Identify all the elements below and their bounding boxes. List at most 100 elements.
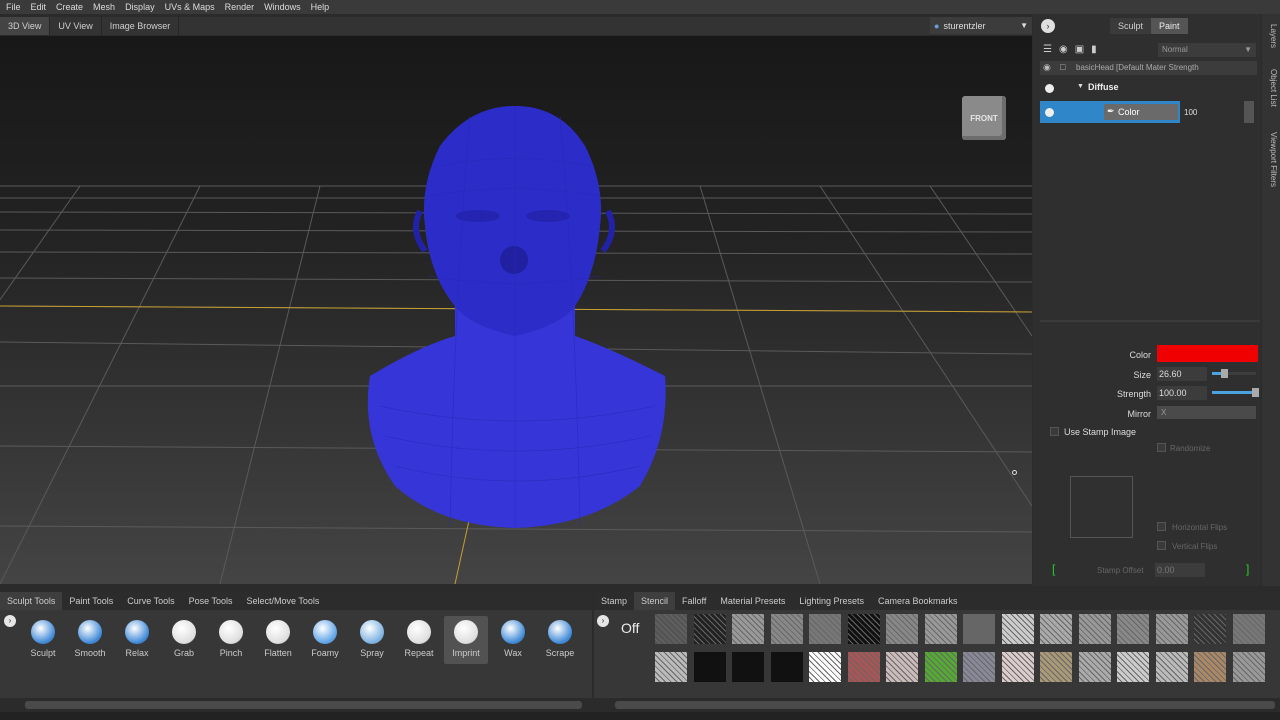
mirror-select[interactable]: X — [1157, 406, 1256, 419]
tool-scrape[interactable]: Scrape — [538, 616, 582, 658]
stencil-thumbnail[interactable] — [924, 614, 957, 644]
menu-item-create[interactable]: Create — [56, 2, 83, 12]
vertical-flips-checkbox[interactable] — [1157, 541, 1166, 550]
stencil-thumbnail[interactable] — [1117, 614, 1149, 644]
stencil-thumbnail[interactable] — [1040, 614, 1072, 644]
tab-select-move-tools[interactable]: Select/Move Tools — [239, 592, 326, 610]
tab-stamp[interactable]: Stamp — [594, 592, 634, 610]
stencil-thumbnail[interactable] — [1232, 614, 1265, 644]
stencil-thumbnail[interactable] — [1155, 652, 1188, 682]
diffuse-visibility-dot[interactable] — [1045, 84, 1054, 93]
tool-smooth[interactable]: Smooth — [68, 616, 112, 658]
tab-paint-tools[interactable]: Paint Tools — [62, 592, 120, 610]
stencil-scrollbar[interactable] — [615, 701, 1275, 709]
stencil-thumbnail[interactable] — [1194, 614, 1226, 644]
stencil-thumbnail[interactable] — [886, 652, 918, 682]
stamp-offset-field[interactable]: 0.00 — [1155, 563, 1205, 577]
camera-icon[interactable]: ◉ — [1059, 44, 1068, 55]
tools-scrollbar[interactable] — [25, 701, 582, 709]
stencil-thumbnail[interactable] — [1117, 652, 1149, 682]
3d-viewport[interactable]: FRONT — [0, 36, 1032, 584]
menu-item-display[interactable]: Display — [125, 2, 155, 12]
side-tab-object-list[interactable]: Object List — [1264, 69, 1278, 107]
tab-falloff[interactable]: Falloff — [675, 592, 713, 610]
tab-curve-tools[interactable]: Curve Tools — [120, 592, 181, 610]
stencil-thumbnail[interactable] — [655, 652, 687, 682]
stencil-thumbnail[interactable] — [1194, 652, 1226, 682]
menu-item-uvs-maps[interactable]: UVs & Maps — [165, 2, 215, 12]
stencil-thumbnail[interactable] — [1078, 614, 1111, 644]
strength-slider-track[interactable] — [1212, 391, 1256, 394]
panel-splitter[interactable] — [1040, 320, 1260, 322]
stencil-thumbnail[interactable] — [770, 614, 803, 644]
object-layer-row[interactable]: basicHead [Default Mater Strength — [1040, 61, 1257, 75]
menu-item-file[interactable]: File — [6, 2, 21, 12]
tab-camera-bookmarks[interactable]: Camera Bookmarks — [871, 592, 965, 610]
tool-relax[interactable]: Relax — [115, 616, 159, 658]
menu-item-mesh[interactable]: Mesh — [93, 2, 115, 12]
color-visibility-dot[interactable] — [1045, 108, 1054, 117]
tab-sculpt-tools[interactable]: Sculpt Tools — [0, 592, 63, 610]
stencil-thumbnail[interactable] — [1040, 652, 1072, 682]
stencil-off-button[interactable]: Off — [621, 620, 639, 636]
side-tab-viewport-filters[interactable]: Viewport Filters — [1264, 132, 1278, 187]
stencil-thumbnail[interactable] — [809, 652, 841, 682]
stencil-thumbnail[interactable] — [1001, 614, 1034, 644]
stencil-thumbnail[interactable] — [655, 614, 687, 644]
stencil-thumbnail[interactable] — [847, 614, 880, 644]
nav-cube[interactable]: FRONT — [962, 96, 1006, 140]
brush-color-swatch[interactable] — [1157, 345, 1258, 362]
stencil-thumbnail[interactable] — [847, 652, 880, 682]
expand-triangle-icon[interactable]: ▼ — [1077, 83, 1084, 90]
use-stamp-checkbox[interactable] — [1050, 427, 1059, 436]
tool-wax[interactable]: Wax — [491, 616, 535, 658]
tab-uv-view[interactable]: UV View — [50, 17, 102, 35]
stencil-thumbnail[interactable] — [693, 614, 726, 644]
side-tab-layers[interactable]: Layers — [1264, 24, 1278, 48]
size-slider-track[interactable] — [1212, 372, 1256, 375]
collapse-panel-button[interactable]: › — [1041, 19, 1055, 33]
layer-scrollbar[interactable] — [1244, 101, 1254, 123]
paint-mode-button[interactable]: Paint — [1151, 18, 1188, 34]
stencil-thumbnail[interactable] — [886, 614, 918, 644]
lock-icon[interactable]: □ — [1060, 62, 1065, 72]
trash-icon[interactable]: ▮ — [1091, 44, 1097, 55]
tool-flatten[interactable]: Flatten — [256, 616, 300, 658]
tool-pinch[interactable]: Pinch — [209, 616, 253, 658]
menu-item-edit[interactable]: Edit — [31, 2, 47, 12]
stencil-scroll-icon[interactable]: › — [597, 615, 609, 627]
blend-mode-select[interactable]: Normal ▼ — [1158, 43, 1256, 57]
tool-repeat[interactable]: Repeat — [397, 616, 441, 658]
tab-3d-view[interactable]: 3D View — [0, 17, 51, 35]
tool-sculpt[interactable]: Sculpt — [21, 616, 65, 658]
stencil-thumbnail[interactable] — [924, 652, 957, 682]
eye-icon[interactable]: ◉ — [1043, 62, 1051, 73]
menu-item-windows[interactable]: Windows — [264, 2, 301, 12]
menu-item-help[interactable]: Help — [311, 2, 330, 12]
tool-imprint[interactable]: Imprint — [444, 616, 488, 664]
user-selector[interactable]: ● sturentzler ▼ — [930, 17, 1032, 34]
stencil-thumbnail[interactable] — [1155, 614, 1188, 644]
color-layer-opacity[interactable]: 100 — [1184, 108, 1197, 117]
stencil-thumbnail[interactable] — [732, 614, 764, 644]
tab-image-browser[interactable]: Image Browser — [102, 17, 180, 35]
tab-lighting-presets[interactable]: Lighting Presets — [792, 592, 871, 610]
tool-foamy[interactable]: Foamy — [303, 616, 347, 658]
tool-spray[interactable]: Spray — [350, 616, 394, 658]
randomize-checkbox[interactable] — [1157, 443, 1166, 452]
stencil-thumbnail[interactable] — [770, 652, 803, 682]
stencil-thumbnail[interactable] — [693, 652, 726, 682]
size-field[interactable]: 26.60 — [1157, 367, 1207, 381]
color-layer-chip[interactable]: Color — [1104, 104, 1178, 120]
stencil-thumbnail[interactable] — [1001, 652, 1034, 682]
stencil-thumbnail[interactable] — [963, 652, 995, 682]
menu-item-render[interactable]: Render — [225, 2, 255, 12]
stencil-thumbnail[interactable] — [963, 614, 995, 644]
stencil-thumbnail[interactable] — [1232, 652, 1265, 682]
stencil-thumbnail[interactable] — [809, 614, 841, 644]
tab-pose-tools[interactable]: Pose Tools — [182, 592, 240, 610]
stencil-thumbnail[interactable] — [1078, 652, 1111, 682]
folder-icon[interactable]: ▣ — [1075, 44, 1084, 55]
tab-stencil[interactable]: Stencil — [634, 592, 676, 610]
tab-material-presets[interactable]: Material Presets — [713, 592, 792, 610]
